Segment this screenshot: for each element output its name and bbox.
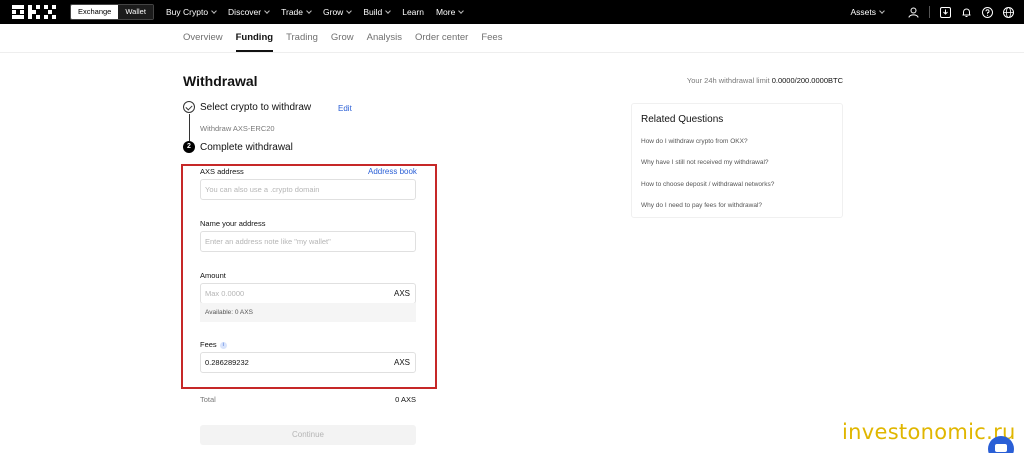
address-name-input[interactable]: Enter an address note like "my wallet" [200,231,416,252]
limit-label: Your 24h withdrawal limit [686,76,770,85]
chevron-down-icon [306,7,312,14]
bell-icon[interactable] [961,7,972,18]
menu-label: Buy Crypto [166,7,209,17]
menu-buy-crypto[interactable]: Buy Crypto [166,7,217,17]
question-link[interactable]: How to choose deposit / withdrawal netwo… [641,181,774,188]
tab-fees[interactable]: Fees [481,24,502,52]
menu-label: Trade [281,7,303,17]
menu-label: Discover [228,7,262,17]
amount-label: Amount [200,271,226,280]
user-icon[interactable] [908,7,919,18]
related-questions-panel: Related Questions How do I withdraw cryp… [631,103,843,218]
info-icon[interactable]: i [219,341,227,349]
tab-trading[interactable]: Trading [286,24,318,52]
limit-value: 0.0000/200.0000BTC [771,76,843,85]
amount-placeholder: Max 0.0000 [205,289,245,298]
amount-input[interactable]: Max 0.0000 AXS [200,283,416,304]
download-icon[interactable] [940,6,951,18]
available-balance: Available: 0 AXS [200,303,416,322]
selected-crypto: Withdraw AXS-ERC20 [200,124,275,133]
question-link[interactable]: How do I withdraw crypto from OKX? [641,138,748,145]
total-label: Total [200,395,216,404]
assets-label: Assets [850,7,876,17]
withdrawal-limit: Your 24h withdrawal limit 0.0000/200.000… [687,76,843,85]
page-title: Withdrawal [183,73,258,89]
menu-label: Learn [402,7,424,17]
exchange-wallet-switch[interactable]: Exchange Wallet [70,4,154,20]
chevron-down-icon [211,7,217,14]
main-menu: Buy Crypto Discover Trade Grow Build Lea… [166,0,475,24]
menu-build[interactable]: Build [363,7,392,17]
okx-logo[interactable] [12,5,56,19]
related-title: Related Questions [641,114,724,125]
amount-unit: AXS [393,289,410,298]
menu-trade[interactable]: Trade [281,7,312,17]
step-select-crypto: Select crypto to withdraw [200,102,312,113]
check-circle-icon [183,101,195,113]
nav-divider [929,6,930,18]
edit-link[interactable]: Edit [338,104,352,113]
menu-more[interactable]: More [435,7,465,17]
address-label: AXS address [200,167,244,176]
tab-funding[interactable]: Funding [235,24,274,52]
question-link[interactable]: Why have I still not received my withdra… [641,159,769,166]
menu-label: Build [363,7,383,17]
step-complete-withdrawal: Complete withdrawal [200,142,293,153]
help-icon[interactable] [982,6,993,18]
chevron-down-icon [458,7,465,14]
menu-label: More [435,7,456,17]
chevron-down-icon [264,7,270,14]
chevron-down-icon [879,7,885,14]
continue-button[interactable]: Continue [200,425,416,445]
chevron-down-icon [385,7,392,14]
assets-menu[interactable]: Assets [850,7,885,17]
fees-input[interactable]: 0.286289232 AXS [200,352,416,373]
address-book-link[interactable]: Address book [368,167,417,176]
fees-label-text: Fees [200,340,217,349]
tab-order-center[interactable]: Order center [415,24,468,52]
step-number-badge: 2 [183,141,195,153]
tab-overview[interactable]: Overview [183,24,223,52]
globe-icon[interactable] [1003,6,1014,18]
subnav-tabs: Overview Funding Trading Grow Analysis O… [183,24,515,52]
menu-grow[interactable]: Grow [323,7,353,17]
fees-value: 0.286289232 [205,358,249,367]
chevron-down-icon [346,7,353,14]
step-connector [188,114,190,141]
segment-exchange[interactable]: Exchange [71,5,119,19]
name-label: Name your address [200,219,266,228]
tab-analysis[interactable]: Analysis [367,24,402,52]
top-navbar: Exchange Wallet Buy Crypto Discover Trad… [0,0,1024,24]
fees-unit: AXS [393,358,410,367]
address-input[interactable]: You can also use a .crypto domain [200,179,416,200]
segment-wallet[interactable]: Wallet [118,5,153,19]
nav-right-group: Assets [850,0,1014,24]
fees-label: Fees i [200,340,227,349]
menu-learn[interactable]: Learn [402,7,424,17]
question-link[interactable]: Why do I need to pay fees for withdrawal… [641,202,762,209]
total-value: 0 AXS [395,395,416,404]
menu-label: Grow [323,7,344,17]
tab-grow[interactable]: Grow [331,24,354,52]
funding-subnav: Overview Funding Trading Grow Analysis O… [0,24,1024,53]
menu-discover[interactable]: Discover [228,7,270,17]
